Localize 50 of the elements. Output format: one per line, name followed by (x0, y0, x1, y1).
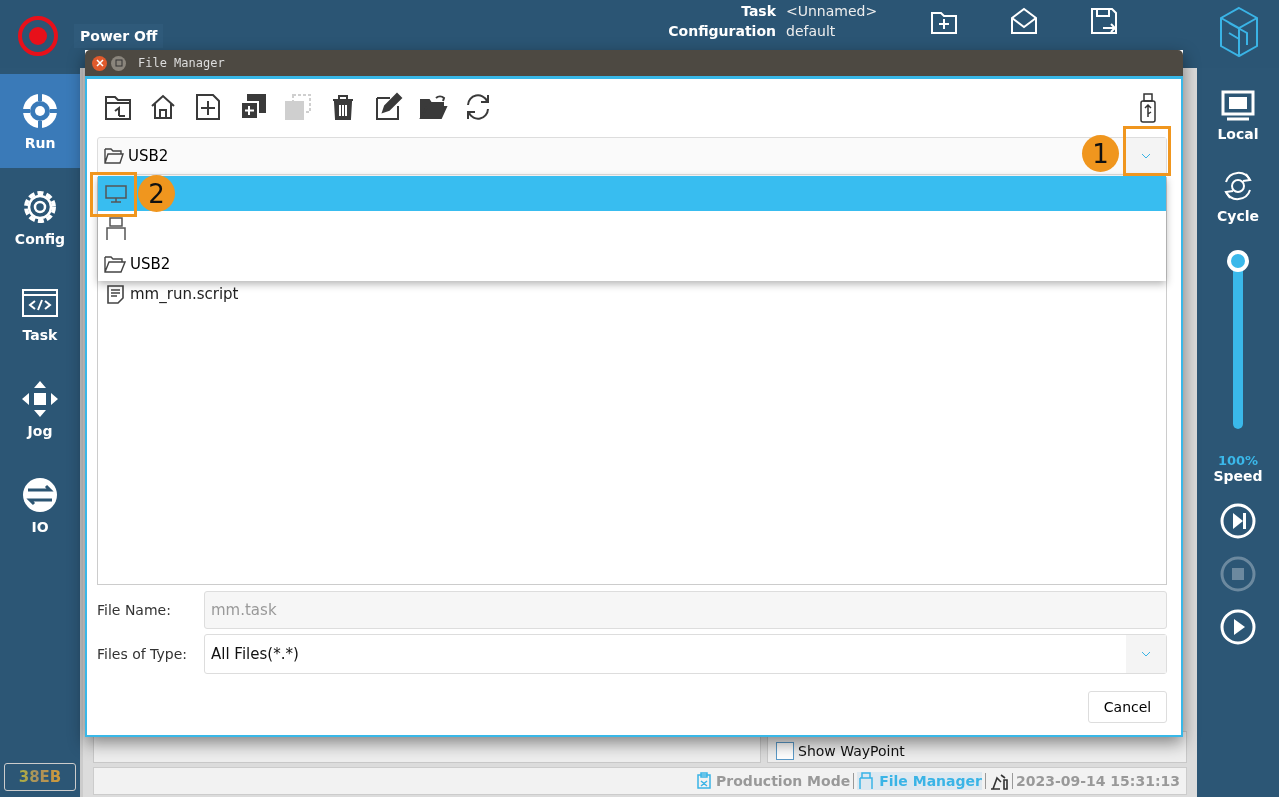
folder-icon (104, 147, 124, 165)
speed-label: Speed (1213, 468, 1263, 484)
power-status: Power Off (74, 24, 164, 48)
highlight-frame (1123, 126, 1171, 176)
script-file-icon (106, 284, 126, 304)
usb-icon (104, 216, 128, 241)
close-button[interactable] (92, 55, 107, 71)
logo-icon (1219, 6, 1259, 58)
nav-item[interactable]: Config (0, 170, 80, 264)
nav-item[interactable]: IO (0, 458, 80, 552)
mode-status: Production Mode (716, 773, 851, 789)
cycle-button[interactable]: Cycle (1217, 168, 1259, 224)
monitor-icon (1221, 90, 1255, 122)
monitor-icon (104, 183, 128, 204)
skip-forward-icon (1219, 502, 1257, 540)
envelope-icon (1009, 6, 1039, 36)
usb-icon (857, 772, 876, 790)
move-arrows-icon (20, 379, 60, 419)
local-mode-button[interactable]: Local (1217, 90, 1259, 142)
nav-item[interactable]: Run (0, 74, 80, 168)
nav-item[interactable]: Jog (0, 362, 80, 456)
nav-item[interactable]: Task (0, 266, 80, 360)
clipboard-icon (695, 772, 714, 790)
speed-value: 100% (1217, 453, 1259, 468)
show-waypoint-checkbox[interactable]: Show WayPoint (776, 742, 905, 760)
usb-drive-icon[interactable] (1139, 93, 1157, 123)
chevron-down-icon (1141, 153, 1151, 159)
configuration-label: Configuration (667, 23, 776, 39)
task-name: <Unnamed> (786, 3, 878, 19)
square-icon (114, 59, 123, 67)
folder-icon (104, 253, 126, 274)
exchange-icon (20, 475, 60, 515)
task-label: Task (740, 3, 776, 19)
play-icon (1219, 608, 1257, 646)
window-title: File Manager (138, 56, 225, 70)
robot-arm-icon (988, 772, 1009, 790)
highlight-frame (90, 172, 137, 217)
stop-icon (1219, 555, 1257, 593)
device-badge: 38EB (4, 763, 76, 791)
file-type-label: Files of Type: (97, 646, 188, 662)
file-type-dropdown[interactable]: All Files(*.*) (204, 634, 1167, 674)
chevron-down-icon (1141, 651, 1151, 657)
target-icon (20, 91, 60, 131)
file-name-label: File Name: (97, 602, 172, 618)
cancel-button[interactable]: Cancel (1088, 691, 1167, 723)
file-item[interactable]: mm_run.script (106, 284, 1158, 304)
dropdown-option[interactable]: USB2 (98, 246, 1166, 281)
close-icon (95, 59, 104, 67)
configuration-name: default (786, 23, 836, 39)
date-time: 2023-09-14 15:31:13 (1015, 773, 1180, 789)
